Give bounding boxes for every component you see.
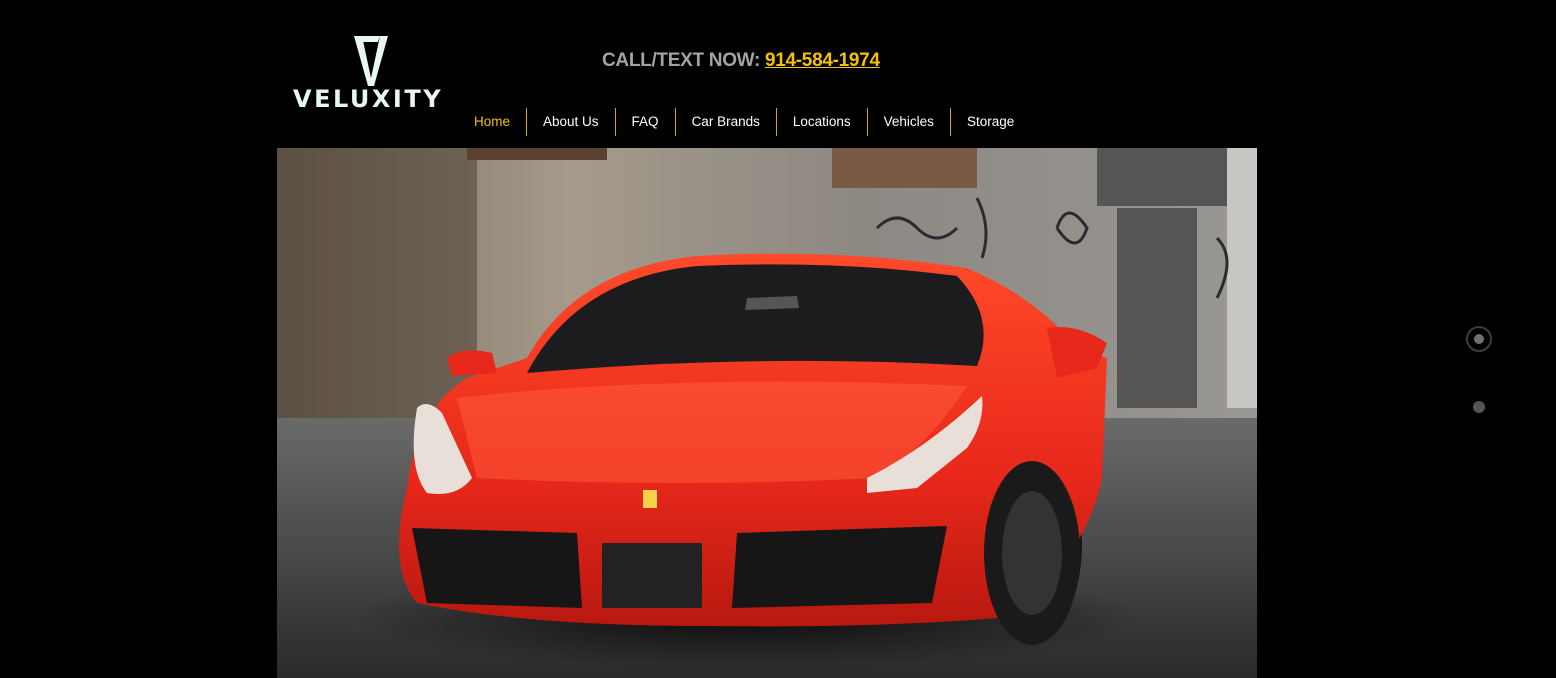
call-label: CALL/TEXT NOW: (602, 50, 760, 71)
phone-link[interactable]: 914-584-1974 (765, 50, 880, 71)
veluxity-logo[interactable]: VELUXITY (290, 32, 456, 114)
slideshow-dots (1466, 326, 1492, 421)
nav-item-car-brands[interactable]: Car Brands (676, 108, 776, 136)
nav-item-faq[interactable]: FAQ (616, 108, 675, 136)
nav-item-vehicles[interactable]: Vehicles (868, 108, 950, 136)
logo-wordmark: VELUXITY (293, 85, 444, 113)
hero-slideshow-image (277, 148, 1257, 678)
nav-item-locations[interactable]: Locations (777, 108, 867, 136)
logo-v-icon (354, 36, 388, 86)
slide-dot-1[interactable] (1466, 326, 1492, 352)
nav-item-storage[interactable]: Storage (951, 108, 1030, 136)
red-sports-car-image (277, 148, 1257, 678)
main-nav: Home About Us FAQ Car Brands Locations V… (458, 108, 1030, 136)
call-text-banner: CALL/TEXT NOW: 914-584-1974 (602, 50, 880, 72)
slide-dot-2[interactable] (1473, 401, 1485, 413)
nav-item-about-us[interactable]: About Us (527, 108, 615, 136)
nav-item-home[interactable]: Home (458, 108, 526, 136)
